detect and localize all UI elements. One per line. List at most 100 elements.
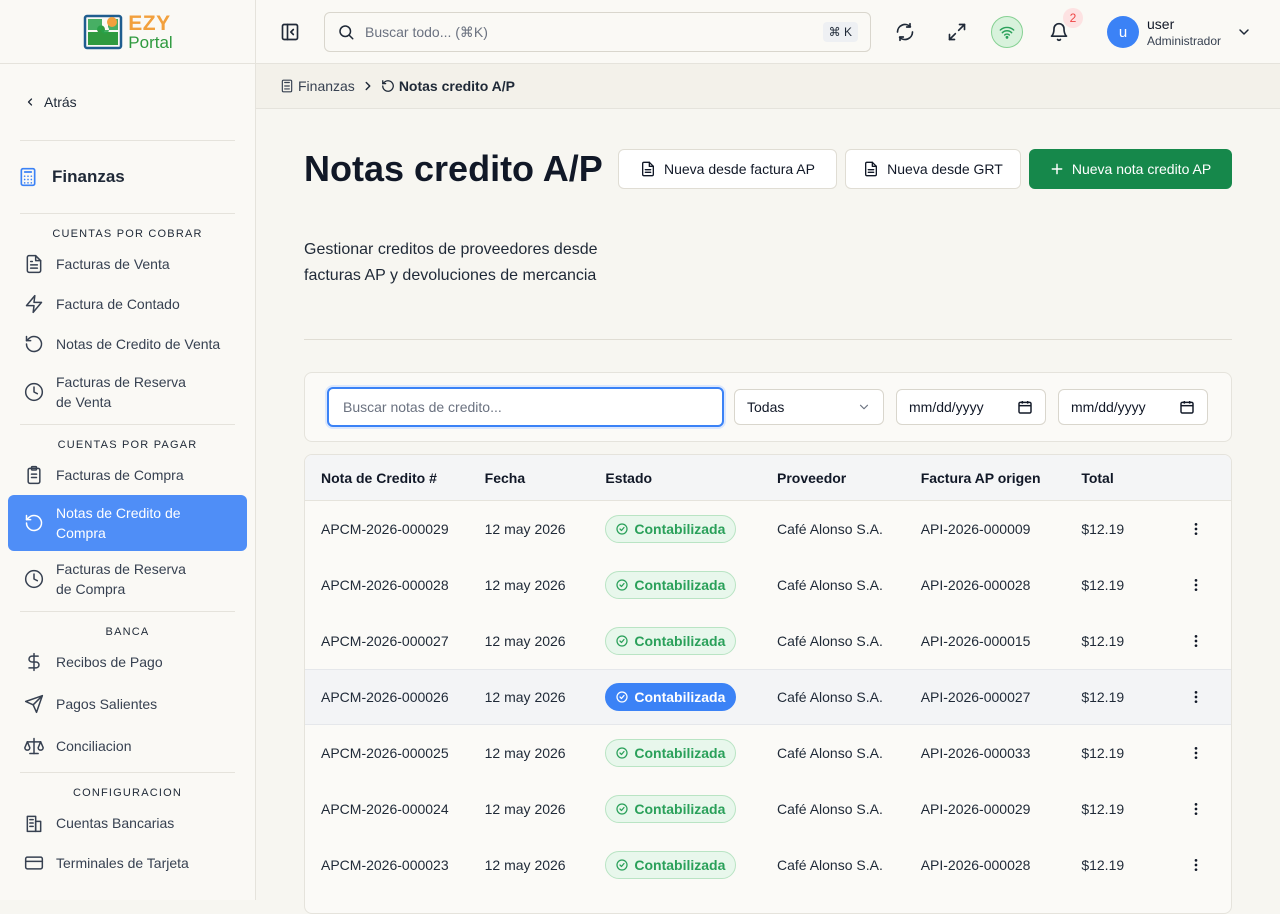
cell-number: APCM-2026-000025 — [321, 745, 449, 761]
chevron-down-icon — [859, 404, 869, 410]
check-circle-icon — [616, 747, 628, 759]
new-from-grt-button[interactable]: Nueva desde GRT — [845, 149, 1021, 189]
sidebar-item-label: Terminales de Tarjeta — [56, 855, 189, 871]
file-text-icon — [26, 254, 42, 274]
sidebar-item-label: Facturas de Compra — [56, 467, 184, 483]
refresh-icon[interactable] — [895, 22, 915, 42]
sidebar-item-facturas-de-reserva-de-venta[interactable]: Facturas de Reserva de Venta — [0, 364, 255, 420]
cell-status: Contabilizada — [605, 851, 777, 879]
row-actions-button[interactable] — [1161, 577, 1231, 593]
chevron-down-icon[interactable] — [1236, 24, 1252, 40]
divider — [304, 339, 1232, 340]
cell-number: APCM-2026-000027 — [321, 633, 449, 649]
date-to-input[interactable]: mm/dd/yyyy — [1058, 389, 1208, 425]
sidebar-item-factura-de-contado[interactable]: Factura de Contado — [0, 284, 255, 324]
sidebar-item-conciliacion[interactable]: Conciliacion — [0, 726, 255, 766]
module-label: Finanzas — [52, 167, 125, 186]
status-label: Contabilizada — [634, 801, 726, 817]
connection-status[interactable] — [991, 16, 1023, 48]
avatar[interactable]: u — [1107, 16, 1139, 48]
bank-icon — [26, 815, 42, 833]
check-circle-icon — [616, 859, 628, 871]
cell-total: $12.19 — [1081, 801, 1125, 817]
sidebar-toggle-icon[interactable] — [280, 22, 300, 42]
send-icon — [24, 694, 44, 714]
sidebar-item-cuentas-bancarias[interactable]: Cuentas Bancarias — [0, 803, 255, 843]
row-actions-button[interactable] — [1161, 801, 1231, 817]
cell-source-invoice: API-2026-000029 — [920, 801, 1031, 817]
module-finanzas[interactable]: Finanzas — [0, 141, 255, 213]
column-header[interactable]: Proveedor — [777, 470, 921, 486]
column-header[interactable]: Nota de Credito # — [305, 470, 485, 486]
sidebar-item-recibos-de-pago[interactable]: Recibos de Pago — [0, 642, 255, 682]
global-search-input[interactable]: Buscar todo... (⌘K) ⌘ K — [324, 12, 871, 52]
column-header[interactable]: Fecha — [485, 470, 606, 486]
credit-card-icon — [24, 856, 44, 870]
table-row[interactable]: APCM-2026-000023 12 may 2026 Contabiliza… — [305, 837, 1231, 893]
button-label: Nueva desde factura AP — [664, 161, 815, 177]
cell-date: 12 may 2026 — [484, 801, 566, 817]
sidebar-item-pagos-salientes[interactable]: Pagos Salientes — [0, 682, 255, 726]
sidebar-item-facturas-de-compra[interactable]: Facturas de Compra — [0, 455, 255, 495]
cell-date: 12 may 2026 — [484, 633, 566, 649]
credit-note-search-input[interactable]: Buscar notas de credito... — [327, 387, 724, 427]
cell-source-invoice: API-2026-000015 — [920, 633, 1031, 649]
select-value: Todas — [747, 399, 785, 415]
row-actions-button[interactable] — [1161, 857, 1231, 873]
logo[interactable]: EZY Portal — [82, 11, 173, 52]
cell-vendor: Café Alonso S.A. — [777, 857, 883, 873]
table-row[interactable]: APCM-2026-000029 12 may 2026 Contabiliza… — [305, 501, 1231, 557]
new-credit-note-button[interactable]: Nueva nota credito AP — [1029, 149, 1232, 189]
back-button[interactable]: Atrás — [0, 64, 255, 140]
sidebar-item-facturas-de-reserva-de-compra[interactable]: Facturas de Reserva de Compra — [0, 551, 255, 607]
column-header[interactable]: Total — [1081, 470, 1161, 486]
row-actions-button[interactable] — [1161, 689, 1231, 705]
sidebar-item-notas-de-credito-de-compra[interactable]: Notas de Credito de Compra — [8, 495, 247, 551]
sidebar-item-notas-de-credito-de-venta[interactable]: Notas de Credito de Venta — [0, 324, 255, 364]
calculator-icon — [281, 79, 293, 93]
zap-icon — [25, 294, 43, 314]
date-from-input[interactable]: mm/dd/yyyy — [896, 389, 1046, 425]
expand-icon[interactable] — [947, 22, 967, 42]
breadcrumb-label: Notas credito A/P — [398, 78, 515, 94]
rotate-ccw-icon — [25, 335, 43, 353]
calculator-icon — [20, 167, 36, 187]
breadcrumb-item-finanzas[interactable]: Finanzas — [280, 78, 355, 94]
table-body: APCM-2026-000029 12 may 2026 Contabiliza… — [305, 501, 1231, 893]
row-actions-button[interactable] — [1161, 521, 1231, 537]
sidebar-item-facturas-de-venta[interactable]: Facturas de Venta — [0, 244, 255, 284]
new-from-ap-invoice-button[interactable]: Nueva desde factura AP — [618, 149, 837, 189]
table-row[interactable]: APCM-2026-000026 12 may 2026 Contabiliza… — [305, 669, 1231, 725]
column-header[interactable]: Estado — [605, 470, 777, 486]
clock-icon — [24, 569, 44, 589]
logo-brand: EZY — [128, 11, 171, 35]
clock-icon — [24, 382, 44, 402]
main-content: Notas credito A/P Gestionar creditos de … — [256, 109, 1280, 914]
table-row[interactable]: APCM-2026-000024 12 may 2026 Contabiliza… — [305, 781, 1231, 837]
check-circle-icon — [616, 691, 628, 703]
breadcrumb: Finanzas Notas credito A/P — [256, 64, 1280, 109]
sidebar-item-label: Cuentas Bancarias — [56, 815, 175, 831]
cell-status: Contabilizada — [605, 571, 777, 599]
user-menu[interactable]: user Administrador — [1147, 16, 1221, 50]
more-vertical-icon — [1194, 859, 1198, 871]
table-row[interactable]: APCM-2026-000025 12 may 2026 Contabiliza… — [305, 725, 1231, 781]
cell-vendor: Café Alonso S.A. — [777, 577, 883, 593]
table-row[interactable]: APCM-2026-000027 12 may 2026 Contabiliza… — [305, 613, 1231, 669]
cell-number: APCM-2026-000024 — [321, 801, 449, 817]
cell-number: APCM-2026-000023 — [321, 857, 449, 873]
cell-total: $12.19 — [1081, 689, 1125, 705]
row-actions-button[interactable] — [1161, 745, 1231, 761]
filters-bar: Buscar notas de credito... Todas mm/dd/y… — [304, 372, 1232, 442]
table-row[interactable]: APCM-2026-000028 12 may 2026 Contabiliza… — [305, 557, 1231, 613]
search-icon — [339, 25, 354, 40]
page-title: Notas credito A/P — [304, 148, 603, 189]
sidebar-item-terminales-de-tarjeta[interactable]: Terminales de Tarjeta — [0, 843, 255, 883]
breadcrumb-label: Finanzas — [298, 78, 355, 94]
column-header[interactable]: Factura AP origen — [921, 470, 1082, 486]
breadcrumb-item-current: Notas credito A/P — [381, 78, 515, 94]
status-badge: Contabilizada — [605, 851, 737, 879]
row-actions-button[interactable] — [1161, 633, 1231, 649]
sidebar-item-label: Notas de Credito de Compra — [56, 505, 181, 541]
status-filter-select[interactable]: Todas — [734, 389, 884, 425]
